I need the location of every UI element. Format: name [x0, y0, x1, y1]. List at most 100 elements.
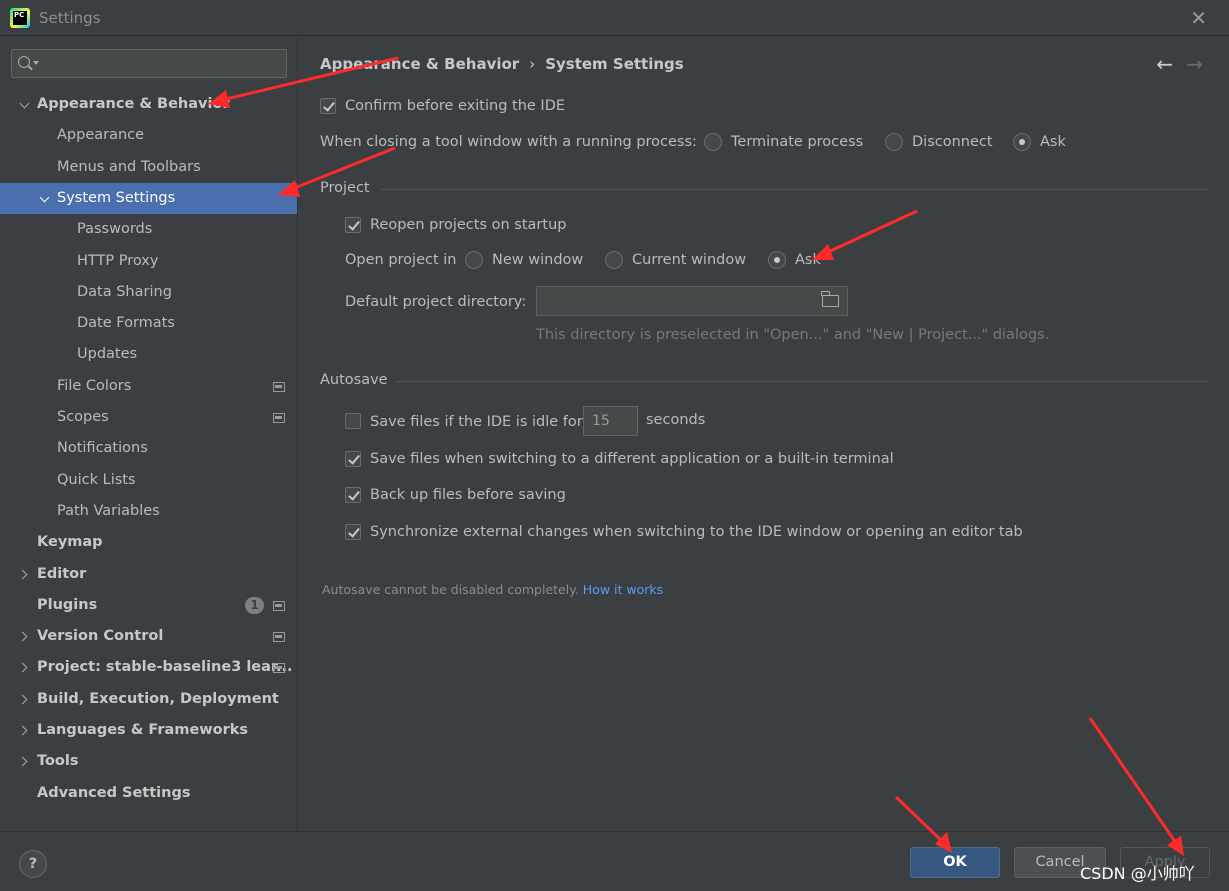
sidebar-item-label: Project: stable-baseline3 lear...	[37, 659, 293, 676]
sidebar-item-advanced-settings[interactable]: Advanced Settings	[0, 778, 297, 809]
current-window-label[interactable]: Current window	[632, 250, 746, 270]
chevron-right-icon[interactable]	[18, 652, 32, 683]
default-project-directory-field[interactable]	[536, 286, 848, 316]
ask-closing-label[interactable]: Ask	[1040, 132, 1066, 152]
sidebar-item-languages-frameworks[interactable]: Languages & Frameworks	[0, 715, 297, 746]
pycharm-logo-icon: PC	[10, 8, 30, 28]
project-level-icon	[273, 632, 285, 643]
sidebar-item-date-formats[interactable]: Date Formats	[0, 308, 297, 339]
sidebar-item-label: Quick Lists	[57, 471, 136, 488]
settings-content: Appearance & Behavior › System Settings ← …	[297, 37, 1229, 831]
idle-seconds-input[interactable]	[583, 406, 638, 436]
chevron-right-icon[interactable]	[18, 559, 32, 590]
sidebar-item-menus-and-toolbars[interactable]: Menus and Toolbars	[0, 152, 297, 183]
forward-arrow-icon[interactable]: →	[1186, 53, 1203, 75]
sidebar-item-plugins[interactable]: Plugins 1	[0, 590, 297, 621]
chevron-right-icon[interactable]	[18, 621, 32, 652]
chevron-down-icon[interactable]	[38, 183, 52, 214]
sidebar-item-label: Passwords	[77, 221, 153, 238]
chevron-down-icon[interactable]	[18, 89, 32, 120]
chevron-right-icon[interactable]	[18, 746, 32, 777]
disconnect-label[interactable]: Disconnect	[912, 132, 993, 152]
back-arrow-icon[interactable]: ←	[1156, 53, 1173, 75]
sidebar-item-tools[interactable]: Tools	[0, 746, 297, 777]
idle-seconds-unit: seconds	[646, 412, 706, 428]
terminate-process-label[interactable]: Terminate process	[731, 132, 863, 152]
sidebar-item-version-control[interactable]: Version Control	[0, 621, 297, 652]
ask-closing-radio[interactable]	[1013, 133, 1031, 151]
project-level-icon	[273, 413, 285, 423]
how-it-works-link[interactable]: How it works	[583, 582, 663, 597]
sidebar-item-label: Notifications	[57, 440, 148, 457]
help-button[interactable]: ?	[19, 850, 47, 878]
sidebar-item-label: Appearance	[57, 127, 145, 144]
autosave-note: Autosave cannot be disabled completely. …	[322, 582, 663, 597]
breadcrumb-parent[interactable]: Appearance & Behavior	[320, 55, 519, 73]
breadcrumb: Appearance & Behavior › System Settings	[320, 55, 684, 73]
sidebar-item-data-sharing[interactable]: Data Sharing	[0, 277, 297, 308]
sidebar-item-label: Languages & Frameworks	[37, 722, 249, 738]
save-idle-checkbox[interactable]	[345, 413, 361, 429]
disconnect-radio[interactable]	[885, 133, 903, 151]
folder-icon[interactable]	[821, 291, 839, 307]
sidebar-item-build-execution-deployment[interactable]: Build, Execution, Deployment	[0, 684, 297, 715]
sidebar-item-scopes[interactable]: Scopes	[0, 402, 297, 433]
sync-external-label[interactable]: Synchronize external changes when switch…	[370, 522, 1023, 542]
sidebar-item-system-settings[interactable]: System Settings	[0, 182, 297, 214]
update-count-badge: 1	[245, 596, 264, 614]
project-section-title: Project	[320, 180, 370, 196]
backup-files-label[interactable]: Back up files before saving	[370, 485, 566, 505]
save-on-switch-checkbox[interactable]	[345, 451, 361, 467]
search-icon	[18, 56, 30, 68]
confirm-exit-checkbox[interactable]	[320, 98, 336, 114]
closing-tool-window-label: When closing a tool window with a runnin…	[320, 134, 697, 150]
ok-button[interactable]: OK	[910, 847, 1000, 878]
ask-open-radio[interactable]	[768, 251, 786, 269]
sidebar-item-notifications[interactable]: Notifications	[0, 433, 297, 464]
search-input[interactable]	[42, 53, 280, 74]
save-on-switch-label[interactable]: Save files when switching to a different…	[370, 449, 894, 469]
app-logo-text: PC	[14, 11, 25, 19]
reopen-projects-label[interactable]: Reopen projects on startup	[370, 215, 566, 235]
terminate-process-radio[interactable]	[704, 133, 722, 151]
sync-external-checkbox[interactable]	[345, 524, 361, 540]
sidebar-item-keymap[interactable]: Keymap	[0, 527, 297, 558]
new-window-radio[interactable]	[465, 251, 483, 269]
sidebar-item-label: Advanced Settings	[37, 784, 191, 801]
breadcrumb-current: System Settings	[545, 55, 684, 73]
sidebar-item-label: System Settings	[57, 189, 176, 206]
confirm-exit-label[interactable]: Confirm before exiting the IDE	[345, 96, 565, 116]
default-directory-hint: This directory is preselected in "Open..…	[536, 327, 1050, 343]
sidebar-item-quick-lists[interactable]: Quick Lists	[0, 465, 297, 496]
settings-sidebar: Appearance & Behavior Appearance Menus and…	[0, 37, 297, 831]
new-window-label[interactable]: New window	[492, 250, 583, 270]
search-field[interactable]	[11, 49, 287, 78]
sidebar-item-project-stable-baseline3-lear[interactable]: Project: stable-baseline3 lear...	[0, 652, 297, 683]
sidebar-item-file-colors[interactable]: File Colors	[0, 371, 297, 402]
backup-files-checkbox[interactable]	[345, 487, 361, 503]
open-project-in-label: Open project in	[345, 252, 457, 268]
autosave-section-title: Autosave	[320, 372, 388, 388]
title-bar: PC Settings ✕	[0, 0, 1229, 36]
chevron-down-icon[interactable]	[33, 61, 39, 65]
project-level-icon	[273, 600, 285, 611]
current-window-radio[interactable]	[605, 251, 623, 269]
ask-open-label[interactable]: Ask	[795, 250, 821, 270]
sidebar-item-updates[interactable]: Updates	[0, 339, 297, 370]
sidebar-item-appearance-behavior[interactable]: Appearance & Behavior	[0, 89, 297, 120]
sidebar-item-label: Build, Execution, Deployment	[37, 690, 279, 707]
chevron-right-icon[interactable]	[18, 684, 32, 715]
sidebar-item-label: Version Control	[37, 628, 164, 645]
sidebar-item-label: Appearance & Behavior	[37, 96, 230, 112]
close-icon[interactable]: ✕	[1190, 8, 1207, 28]
sidebar-item-label: File Colors	[57, 377, 132, 394]
sidebar-item-label: Keymap	[37, 534, 103, 551]
sidebar-item-passwords[interactable]: Passwords	[0, 214, 297, 245]
sidebar-item-appearance[interactable]: Appearance	[0, 120, 297, 151]
sidebar-item-path-variables[interactable]: Path Variables	[0, 496, 297, 527]
chevron-right-icon[interactable]	[18, 715, 32, 746]
sidebar-item-http-proxy[interactable]: HTTP Proxy	[0, 246, 297, 277]
save-idle-label[interactable]: Save files if the IDE is idle for	[370, 412, 583, 432]
sidebar-item-editor[interactable]: Editor	[0, 559, 297, 590]
reopen-projects-checkbox[interactable]	[345, 217, 361, 233]
